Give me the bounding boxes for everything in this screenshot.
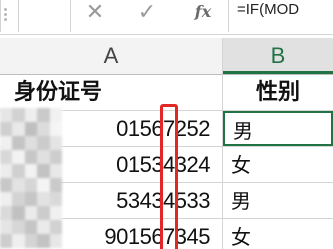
name-box-edge: [0, 0, 1, 32]
header-id-number[interactable]: 身份证号: [0, 75, 222, 110]
formula-bar-divider: [18, 0, 19, 32]
insert-function-icon[interactable]: fx: [190, 0, 216, 26]
drag-handle-icon[interactable]: [4, 8, 10, 22]
formula-input[interactable]: =IF(MOD: [228, 0, 333, 32]
gender-cell[interactable]: 女: [223, 219, 333, 249]
gender-cell-active[interactable]: 男: [223, 111, 333, 146]
formula-bar-divider: [70, 0, 71, 32]
gender-cell[interactable]: 女: [223, 147, 333, 182]
column-header-b[interactable]: B: [223, 38, 333, 74]
privacy-mosaic: [0, 108, 62, 249]
spreadsheet-window: ✕ ✓ fx =IF(MOD A B 身份证号 性别 01567252 男 01…: [0, 0, 333, 249]
highlight-box: [160, 104, 178, 249]
column-header-a[interactable]: A: [0, 38, 222, 74]
close-icon[interactable]: ✕: [82, 0, 108, 26]
column-header-row: A B: [0, 38, 333, 75]
formula-bar: ✕ ✓ fx =IF(MOD: [0, 0, 333, 35]
header-gender[interactable]: 性别: [223, 75, 333, 110]
gender-cell[interactable]: 男: [223, 183, 333, 218]
check-icon[interactable]: ✓: [134, 0, 160, 26]
